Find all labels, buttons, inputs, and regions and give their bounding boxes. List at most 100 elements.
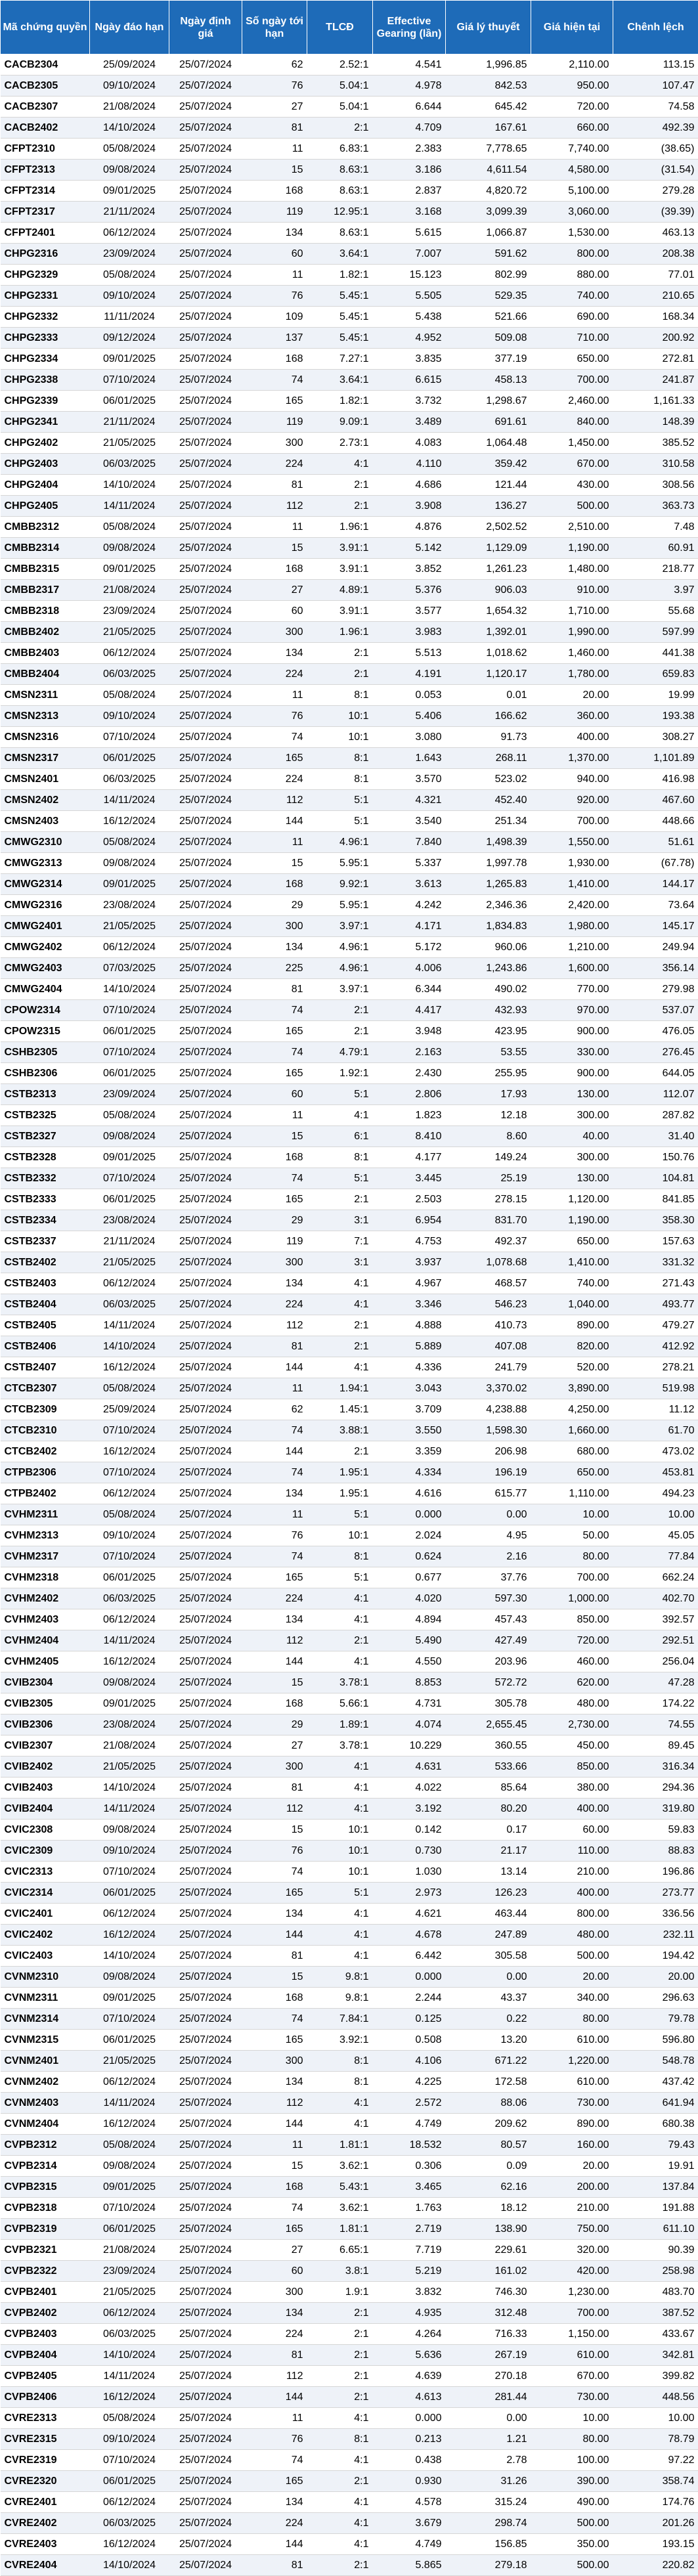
cell-warrant-code: CHPG2405 bbox=[1, 496, 90, 517]
cell-effective-gearing: 4.621 bbox=[373, 1904, 446, 1925]
cell-days-to-maturity: 112 bbox=[242, 1799, 307, 1820]
cell-maturity-date: 09/01/2025 bbox=[90, 349, 169, 370]
cell-effective-gearing: 4.242 bbox=[373, 895, 446, 916]
cell-effective-gearing: 4.110 bbox=[373, 454, 446, 475]
cell-effective-gearing: 5.513 bbox=[373, 643, 446, 664]
cell-current-price: 1,530.00 bbox=[531, 223, 613, 244]
cell-theoretical-price: 671.22 bbox=[446, 2051, 531, 2072]
cell-days-to-maturity: 11 bbox=[242, 139, 307, 160]
cell-days-to-maturity: 60 bbox=[242, 1084, 307, 1105]
cell-valuation-date: 25/07/2024 bbox=[169, 412, 242, 433]
cell-current-price: 700.00 bbox=[531, 811, 613, 832]
cell-difference: 20.00 bbox=[613, 1967, 698, 1988]
cell-difference: 144.17 bbox=[613, 874, 698, 895]
cell-difference: 79.78 bbox=[613, 2009, 698, 2030]
cell-theoretical-price: 21.17 bbox=[446, 1841, 531, 1862]
cell-days-to-maturity: 15 bbox=[242, 2156, 307, 2177]
cell-conversion-ratio: 8:1 bbox=[307, 2429, 373, 2450]
cell-days-to-maturity: 74 bbox=[242, 370, 307, 391]
table-row: CSHB230606/01/202525/07/20241651.92:12.4… bbox=[1, 1063, 698, 1084]
cell-effective-gearing: 3.570 bbox=[373, 769, 446, 790]
cell-effective-gearing: 4.686 bbox=[373, 475, 446, 496]
cell-warrant-code: CMBB2402 bbox=[1, 622, 90, 643]
cell-conversion-ratio: 7.84:1 bbox=[307, 2009, 373, 2030]
cell-valuation-date: 25/07/2024 bbox=[169, 2534, 242, 2555]
cell-theoretical-price: 716.33 bbox=[446, 2324, 531, 2345]
cell-valuation-date: 25/07/2024 bbox=[169, 1399, 242, 1420]
cell-maturity-date: 06/12/2024 bbox=[90, 1273, 169, 1294]
cell-days-to-maturity: 81 bbox=[242, 1946, 307, 1967]
cell-maturity-date: 09/08/2024 bbox=[90, 853, 169, 874]
cell-conversion-ratio: 1.81:1 bbox=[307, 2135, 373, 2156]
cell-conversion-ratio: 4:1 bbox=[307, 1778, 373, 1799]
cell-valuation-date: 25/07/2024 bbox=[169, 601, 242, 622]
cell-current-price: 2,110.00 bbox=[531, 55, 613, 76]
cell-difference: 597.99 bbox=[613, 622, 698, 643]
cell-conversion-ratio: 8:1 bbox=[307, 2072, 373, 2093]
cell-valuation-date: 25/07/2024 bbox=[169, 1252, 242, 1273]
cell-current-price: 200.00 bbox=[531, 2177, 613, 2198]
cell-warrant-code: CVHM2402 bbox=[1, 1588, 90, 1609]
cell-warrant-code: CVPB2401 bbox=[1, 2282, 90, 2303]
cell-maturity-date: 21/05/2025 bbox=[90, 2051, 169, 2072]
cell-conversion-ratio: 8:1 bbox=[307, 1147, 373, 1168]
table-row: CHPG233807/10/202425/07/2024743.64:16.61… bbox=[1, 370, 698, 391]
table-row: CTPB240206/12/202425/07/20241341.95:14.6… bbox=[1, 1483, 698, 1504]
cell-current-price: 660.00 bbox=[531, 118, 613, 139]
cell-theoretical-price: 8.60 bbox=[446, 1126, 531, 1147]
cell-effective-gearing: 0.000 bbox=[373, 1504, 446, 1525]
cell-theoretical-price: 149.24 bbox=[446, 1147, 531, 1168]
cell-days-to-maturity: 74 bbox=[242, 2198, 307, 2219]
cell-days-to-maturity: 15 bbox=[242, 160, 307, 181]
cell-theoretical-price: 255.95 bbox=[446, 1063, 531, 1084]
table-row: CMWG231409/01/202525/07/20241689.92:13.6… bbox=[1, 874, 698, 895]
cell-conversion-ratio: 2.73:1 bbox=[307, 433, 373, 454]
cell-current-price: 880.00 bbox=[531, 265, 613, 286]
cell-conversion-ratio: 5:1 bbox=[307, 790, 373, 811]
cell-maturity-date: 07/10/2024 bbox=[90, 370, 169, 391]
cell-valuation-date: 25/07/2024 bbox=[169, 55, 242, 76]
cell-maturity-date: 06/12/2024 bbox=[90, 223, 169, 244]
cell-warrant-code: CVIC2403 bbox=[1, 1946, 90, 1967]
cell-maturity-date: 07/10/2024 bbox=[90, 1168, 169, 1189]
table-row: CTCB240216/12/202425/07/20241442:13.3592… bbox=[1, 1441, 698, 1462]
cell-maturity-date: 14/11/2024 bbox=[90, 790, 169, 811]
cell-valuation-date: 25/07/2024 bbox=[169, 1021, 242, 1042]
cell-valuation-date: 25/07/2024 bbox=[169, 1588, 242, 1609]
cell-theoretical-price: 546.23 bbox=[446, 1294, 531, 1315]
cell-theoretical-price: 1,996.85 bbox=[446, 55, 531, 76]
cell-difference: 31.40 bbox=[613, 1126, 698, 1147]
cell-warrant-code: CSTB2334 bbox=[1, 1210, 90, 1231]
cell-current-price: 360.00 bbox=[531, 706, 613, 727]
cell-difference: 548.78 bbox=[613, 2051, 698, 2072]
cell-current-price: 950.00 bbox=[531, 76, 613, 97]
cell-difference: 483.70 bbox=[613, 2282, 698, 2303]
cell-difference: 399.82 bbox=[613, 2366, 698, 2387]
table-row: CVIB230623/08/202425/07/2024291.89:14.07… bbox=[1, 1714, 698, 1736]
cell-warrant-code: CFPT2401 bbox=[1, 223, 90, 244]
cell-current-price: 330.00 bbox=[531, 1042, 613, 1063]
cell-conversion-ratio: 5.43:1 bbox=[307, 2177, 373, 2198]
cell-conversion-ratio: 5.04:1 bbox=[307, 76, 373, 97]
cell-effective-gearing: 2.163 bbox=[373, 1042, 446, 1063]
cell-current-price: 10.00 bbox=[531, 2408, 613, 2429]
cell-valuation-date: 25/07/2024 bbox=[169, 580, 242, 601]
cell-current-price: 920.00 bbox=[531, 790, 613, 811]
cell-conversion-ratio: 2:1 bbox=[307, 2366, 373, 2387]
table-row: CVHM231105/08/202425/07/2024115:10.0000.… bbox=[1, 1504, 698, 1525]
cell-maturity-date: 06/03/2025 bbox=[90, 769, 169, 790]
cell-conversion-ratio: 4:1 bbox=[307, 2492, 373, 2513]
cell-current-price: 320.00 bbox=[531, 2240, 613, 2261]
cell-conversion-ratio: 5.45:1 bbox=[307, 286, 373, 307]
cell-days-to-maturity: 134 bbox=[242, 1904, 307, 1925]
cell-theoretical-price: 533.66 bbox=[446, 1757, 531, 1778]
cell-theoretical-price: 13.20 bbox=[446, 2030, 531, 2051]
cell-conversion-ratio: 5.45:1 bbox=[307, 328, 373, 349]
cell-warrant-code: CMBB2315 bbox=[1, 559, 90, 580]
table-row: CSTB233207/10/202425/07/2024745:13.44525… bbox=[1, 1168, 698, 1189]
table-row: CMSN231309/10/202425/07/20247610:15.4061… bbox=[1, 706, 698, 727]
table-row: CMBB240221/05/202525/07/20243001.96:13.9… bbox=[1, 622, 698, 643]
cell-effective-gearing: 0.142 bbox=[373, 1820, 446, 1841]
cell-effective-gearing: 2.973 bbox=[373, 1883, 446, 1904]
cell-difference: 148.39 bbox=[613, 412, 698, 433]
